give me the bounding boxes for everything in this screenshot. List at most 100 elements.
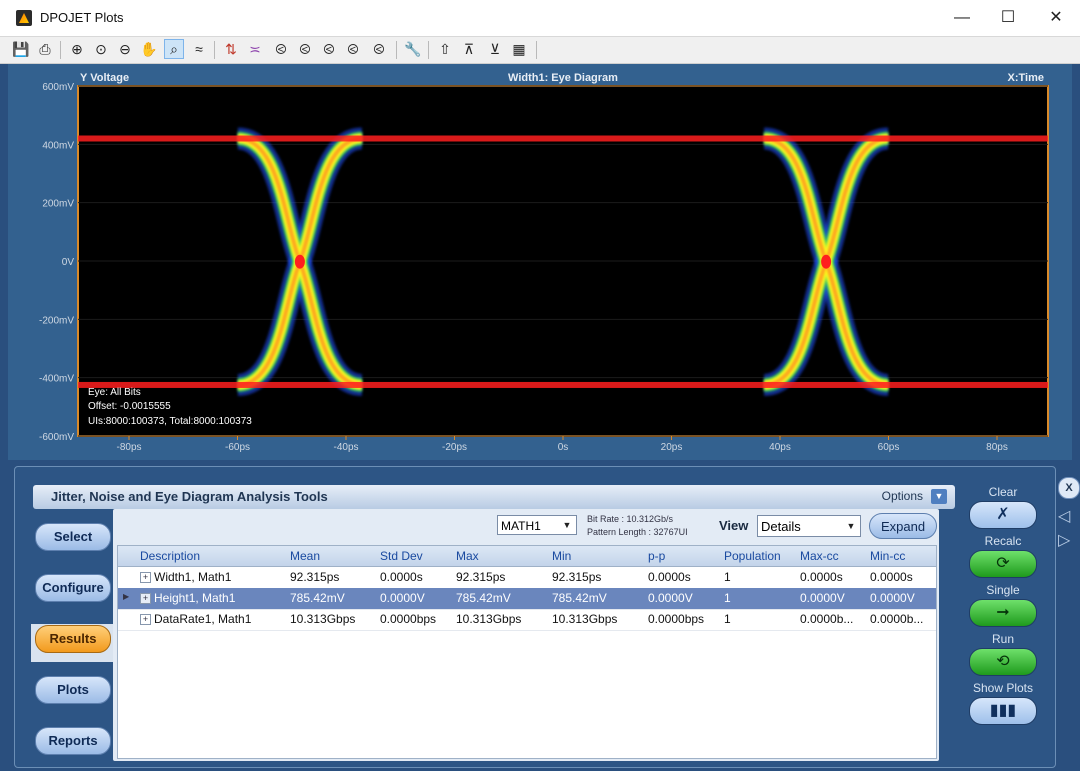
close-panel-button[interactable]: X xyxy=(1058,477,1080,499)
export-4-icon[interactable]: ▦ xyxy=(510,40,528,58)
table-header: Description Mean Std Dev Max Min p-p Pop… xyxy=(118,546,936,567)
clear-icon: ✗ xyxy=(996,506,1010,523)
expand-row-icon[interactable]: + xyxy=(140,572,151,583)
zoom-in-icon[interactable]: ⊕ xyxy=(68,40,86,58)
toolbar-separator xyxy=(60,41,61,59)
table-row-selected[interactable]: ▶ + Height1, Math1 785.42mV 0.0000V 785.… xyxy=(118,588,936,610)
cell-max: 785.42mV xyxy=(456,591,511,605)
chevron-down-icon[interactable]: ▼ xyxy=(560,518,574,532)
track-icon[interactable]: ≈ xyxy=(190,40,208,58)
column-header-min-cc[interactable]: Min-cc xyxy=(870,546,905,566)
cell-min-cc: 0.0000s xyxy=(870,570,913,584)
wrench-icon[interactable]: 🔧 xyxy=(404,40,422,58)
export-2-icon[interactable]: ⊼ xyxy=(460,40,478,58)
view-select[interactable]: Details ▼ xyxy=(757,515,861,537)
y-tick-label: -200mV xyxy=(39,315,74,326)
expand-row-icon[interactable]: + xyxy=(140,614,151,625)
eye-rail-core xyxy=(78,135,1048,142)
waveform-3-icon[interactable]: ⧀ xyxy=(320,40,338,58)
x-tick-label: 80ps xyxy=(986,442,1008,453)
cell-max-cc: 0.0000b... xyxy=(800,612,854,626)
plot-title: Width1: Eye Diagram xyxy=(508,72,618,84)
cursor-icon[interactable]: ⇅ xyxy=(222,40,240,58)
column-header-population[interactable]: Population xyxy=(724,546,781,566)
x-tick-label: -40ps xyxy=(333,442,358,453)
export-3-icon[interactable]: ⊻ xyxy=(486,40,504,58)
eye-crossing-point xyxy=(821,254,832,269)
cell-population: 1 xyxy=(724,591,731,605)
table-row[interactable]: + DataRate1, Math1 10.313Gbps 0.0000bps … xyxy=(118,609,936,631)
cell-min-cc: 0.0000b... xyxy=(870,612,924,626)
configure-button[interactable]: Configure xyxy=(35,574,111,602)
toolbar-separator xyxy=(396,41,397,59)
column-header-pp[interactable]: p-p xyxy=(648,546,665,566)
cell-description: Height1, Math1 xyxy=(154,591,236,605)
column-header-min[interactable]: Min xyxy=(552,546,571,566)
column-header-mean[interactable]: Mean xyxy=(290,546,320,566)
histogram-icon: ▮▮▮ xyxy=(989,702,1017,719)
measure-icon[interactable]: ≍ xyxy=(246,40,264,58)
options-dropdown-icon[interactable]: ▼ xyxy=(931,489,947,504)
chevron-down-icon[interactable]: ▼ xyxy=(844,519,858,533)
recalc-button[interactable]: ⟳ xyxy=(969,550,1037,578)
expand-row-icon[interactable]: + xyxy=(140,593,151,604)
cell-pp: 0.0000s xyxy=(648,570,691,584)
options-menu[interactable]: Options xyxy=(882,489,923,503)
zoom-out-icon[interactable]: ⊖ xyxy=(116,40,134,58)
zoom-100-icon[interactable]: ⌕ xyxy=(164,39,184,59)
cell-max-cc: 0.0000s xyxy=(800,570,843,584)
expand-right-icon[interactable]: ▷ xyxy=(1058,530,1070,550)
eye-diagram-canvas[interactable]: Y Voltage Width1: Eye Diagram X:Time 600… xyxy=(8,64,1072,460)
cell-population: 1 xyxy=(724,570,731,584)
toolbar-separator xyxy=(214,41,215,59)
save-icon[interactable]: 💾 xyxy=(12,40,30,58)
eye-annotation-offset: Offset: -0.0015555 xyxy=(88,401,171,412)
print-icon[interactable]: ⎙ xyxy=(36,40,54,58)
recalc-label: Recalc xyxy=(984,534,1022,548)
clear-button[interactable]: ✗ xyxy=(969,501,1037,529)
column-header-std-dev[interactable]: Std Dev xyxy=(380,546,423,566)
source-select[interactable]: MATH1 ▼ xyxy=(497,515,577,535)
axis-y-glyph: Y xyxy=(80,72,90,84)
table-row[interactable]: + Width1, Math1 92.315ps 0.0000s 92.315p… xyxy=(118,567,936,589)
column-header-description[interactable]: Description xyxy=(140,546,200,566)
waveform-2-icon[interactable]: ⧀ xyxy=(296,40,314,58)
collapse-left-icon[interactable]: ◁ xyxy=(1058,506,1070,526)
cell-min: 92.315ps xyxy=(552,570,602,584)
eye-annotation-bits: Eye: All Bits xyxy=(88,387,141,398)
eye-crossing-point xyxy=(294,254,305,269)
waveform-1-icon[interactable]: ⧀ xyxy=(272,40,290,58)
pan-hand-icon[interactable]: ✋ xyxy=(140,40,158,58)
single-button[interactable]: ➞ xyxy=(969,599,1037,627)
cell-mean: 785.42mV xyxy=(290,591,345,605)
pattern-length: Pattern Length : 32767UI xyxy=(587,527,688,537)
show-plots-label: Show Plots xyxy=(972,681,1034,695)
eye-diagram-plot[interactable]: Y Voltage Width1: Eye Diagram X:Time 600… xyxy=(8,64,1072,460)
column-header-max-cc[interactable]: Max-cc xyxy=(800,546,839,566)
waveform-5-icon[interactable]: ⧀ xyxy=(370,40,388,58)
bit-rate: Bit Rate : 10.312Gb/s xyxy=(587,514,674,524)
cell-description: DataRate1, Math1 xyxy=(154,612,252,626)
y-tick-label: 0V xyxy=(62,257,75,268)
results-button[interactable]: Results xyxy=(35,625,111,653)
close-button[interactable]: ✕ xyxy=(1036,6,1076,30)
column-header-max[interactable]: Max xyxy=(456,546,479,566)
app-logo-icon xyxy=(16,10,32,26)
reports-button[interactable]: Reports xyxy=(35,727,111,755)
cell-pp: 0.0000bps xyxy=(648,612,705,626)
results-table: Description Mean Std Dev Max Min p-p Pop… xyxy=(117,545,937,759)
axis-x-glyph: X: xyxy=(1008,72,1019,84)
panel-header: Jitter, Noise and Eye Diagram Analysis T… xyxy=(33,485,955,509)
waveform-4-icon[interactable]: ⧀ xyxy=(344,40,362,58)
cell-max: 10.313Gbps xyxy=(456,612,522,626)
select-button[interactable]: Select xyxy=(35,523,111,551)
export-1-icon[interactable]: ⇧ xyxy=(436,40,454,58)
expand-button[interactable]: Expand xyxy=(869,513,937,539)
run-button[interactable]: ⟲ xyxy=(969,648,1037,676)
cell-pp: 0.0000V xyxy=(648,591,693,605)
minimize-button[interactable]: — xyxy=(942,6,982,30)
plots-button[interactable]: Plots xyxy=(35,676,111,704)
show-plots-button[interactable]: ▮▮▮ xyxy=(969,697,1037,725)
maximize-button[interactable]: ☐ xyxy=(988,6,1028,30)
zoom-area-icon[interactable]: ⊙ xyxy=(92,40,110,58)
